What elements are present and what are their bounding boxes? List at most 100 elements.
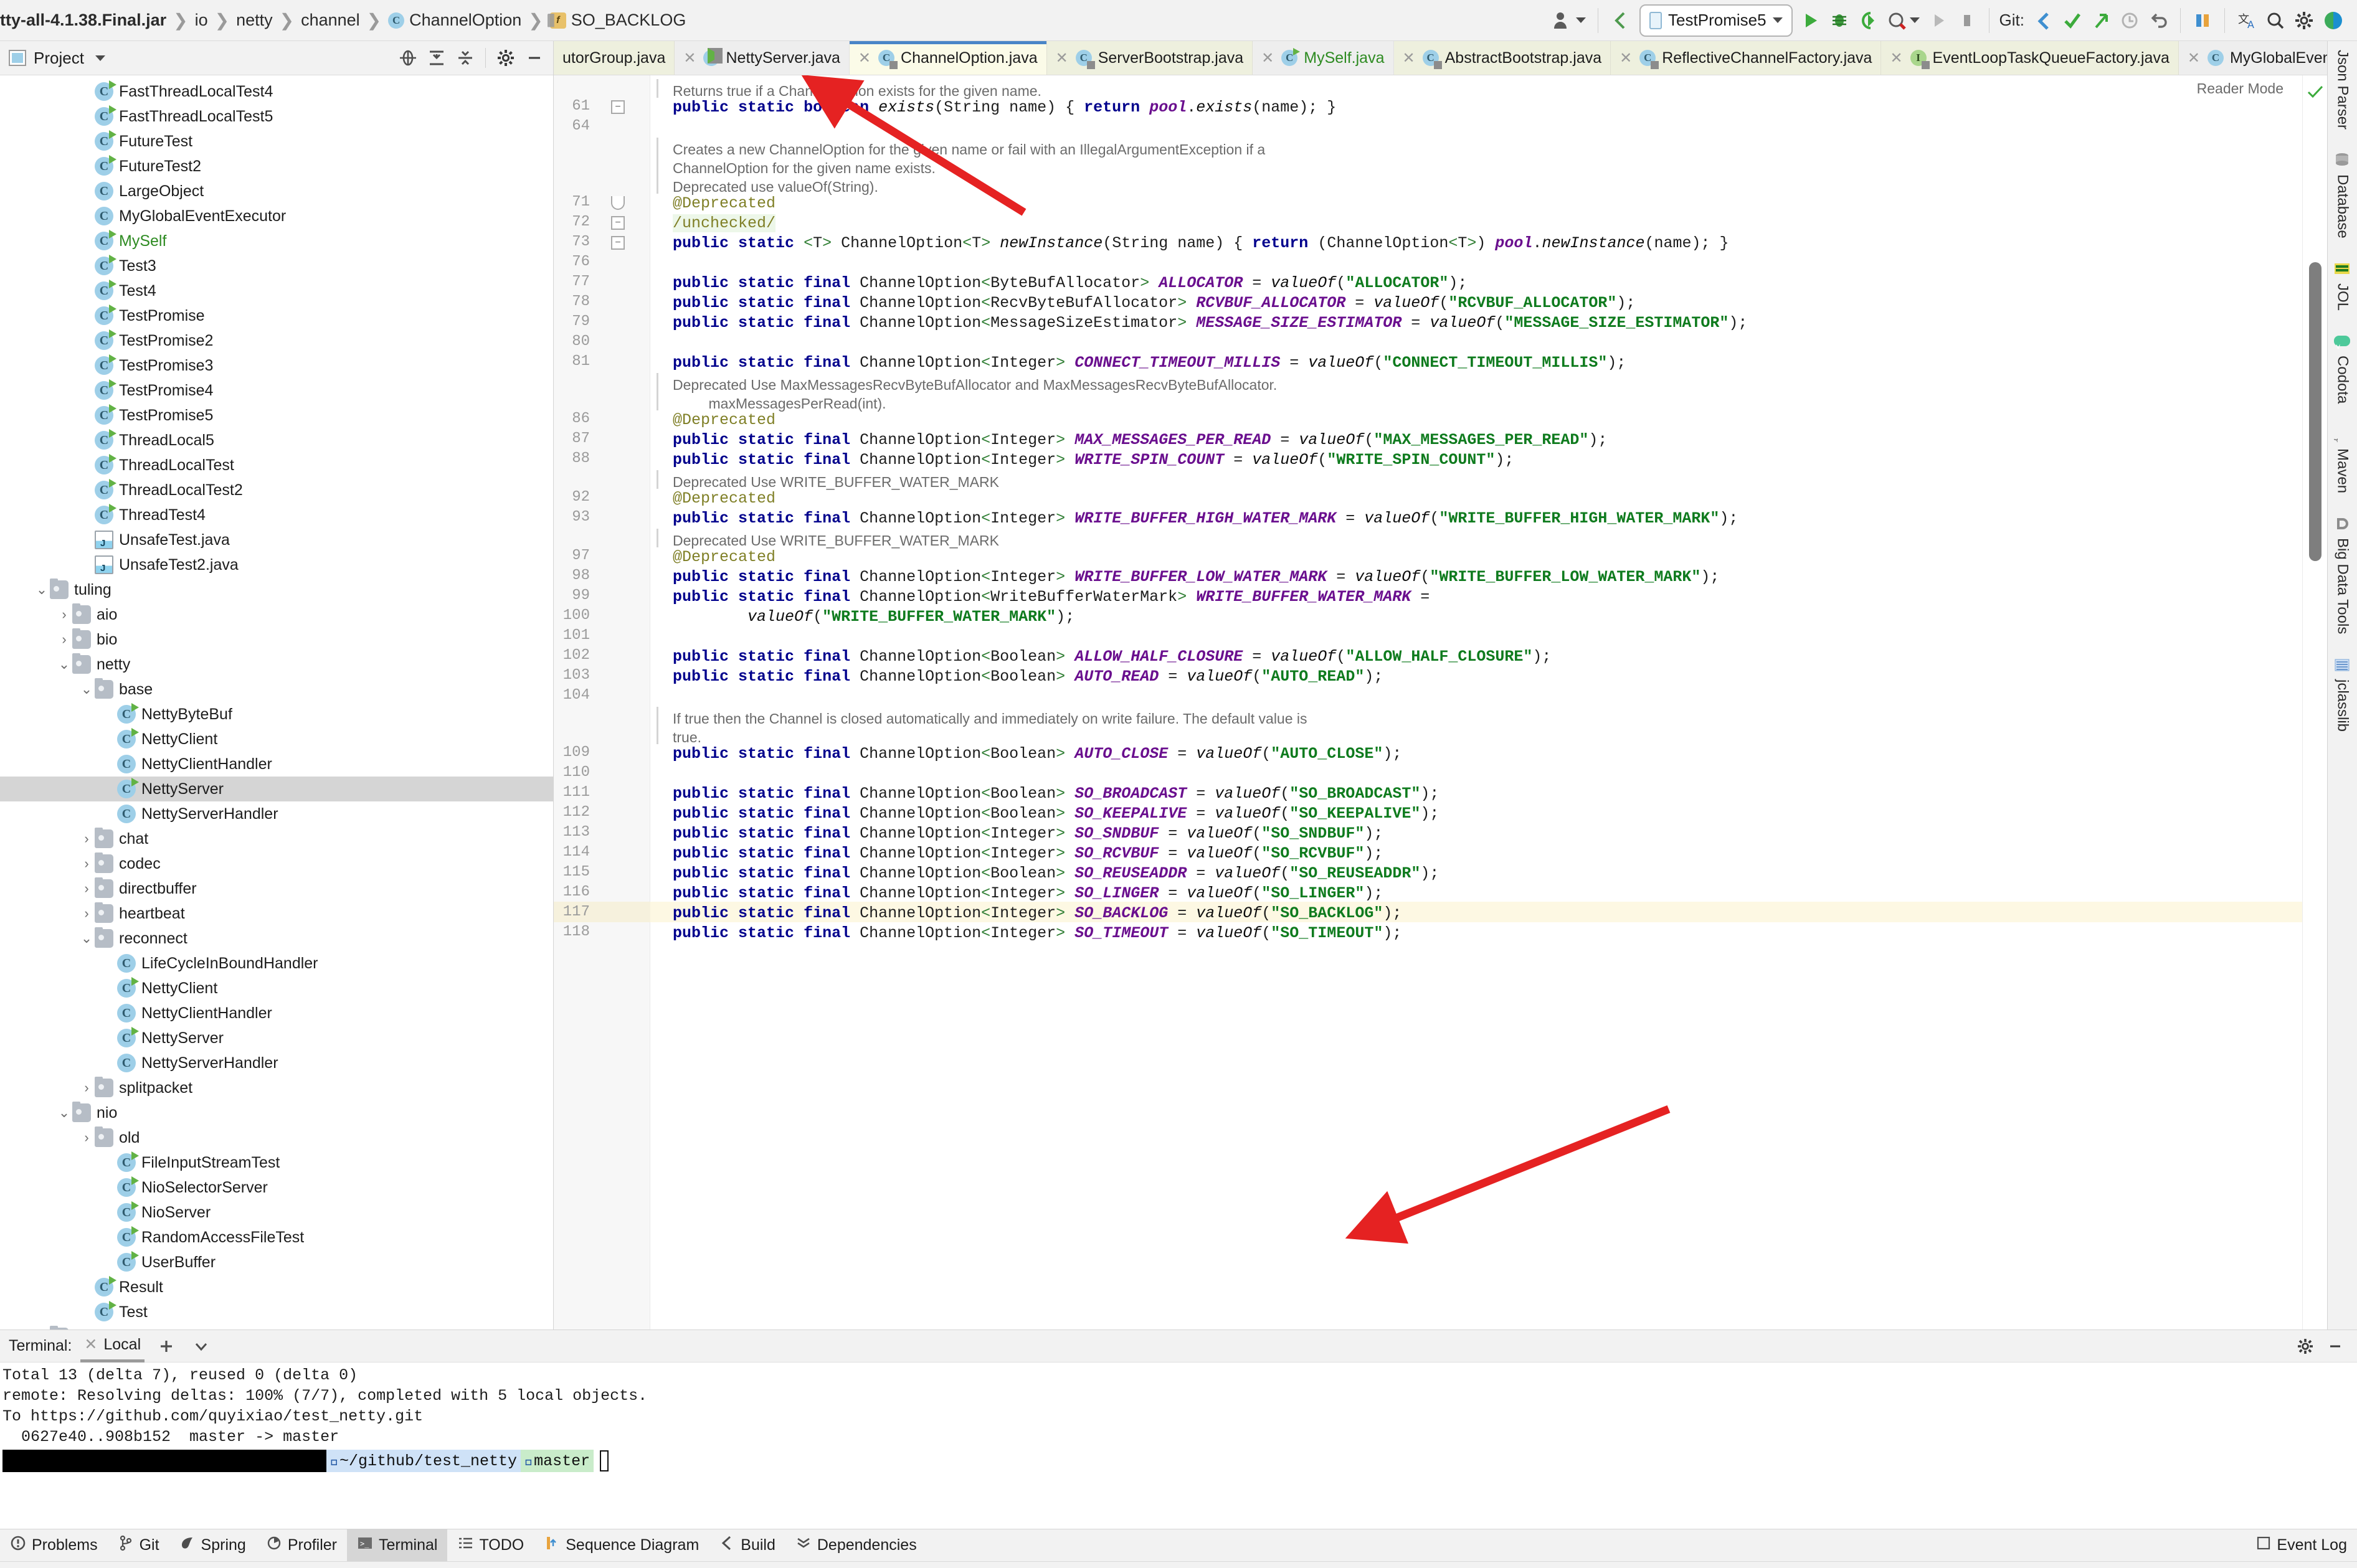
tool-button-todo[interactable]: TODO [447,1529,534,1561]
tree-item[interactable]: › splitpacket [0,1075,553,1100]
tool-window-bar[interactable]: Problems Git Spring Profiler >_ Terminal… [0,1529,2357,1561]
repo-url-link[interactable]: https://github.com/quyixiao/test_netty.g… [31,1407,423,1425]
chevron-right-icon[interactable]: › [56,631,72,648]
tree-item[interactable]: C Test4 [0,278,553,303]
close-icon[interactable]: ✕ [1261,49,1274,67]
chevron-right-icon[interactable]: › [78,831,95,847]
breadcrumb-item-jar[interactable]: tty-all-4.1.38.Final.jar [0,11,166,30]
rollback-icon[interactable] [2144,3,2173,38]
tree-item[interactable]: C NettyClientHandler [0,1001,553,1026]
project-title[interactable]: Project [9,49,105,68]
tree-item[interactable]: C TestPromise5 [0,403,553,428]
gear-icon[interactable] [2292,1334,2318,1359]
close-icon[interactable]: ✕ [683,49,696,67]
breadcrumb-item-channel[interactable]: channel [301,11,360,30]
chevron-down-icon[interactable]: ⌄ [78,930,95,947]
terminal-prompt[interactable]: ~/github/test_netty master [2,1450,2357,1472]
tree-item[interactable]: C TestPromise2 [0,328,553,353]
tree-item[interactable]: C TestPromise4 [0,378,553,403]
tree-item[interactable]: C ThreadLocalTest2 [0,478,553,503]
tree-item[interactable]: › old [0,1125,553,1150]
run-with-coverage-icon[interactable] [1854,3,1882,38]
expand-all-icon[interactable] [423,40,450,75]
tree-item[interactable]: C NettyClient [0,976,553,1001]
tree-item[interactable]: ⌄ tuling [0,577,553,602]
breadcrumb-item-netty[interactable]: netty [236,11,273,30]
tree-item[interactable]: ⌄ base [0,677,553,702]
breadcrumb-item-io[interactable]: io [195,11,208,30]
inspection-ok-icon[interactable] [2307,84,2323,105]
tree-item[interactable]: C LifeCycleInBoundHandler [0,951,553,976]
tree-item[interactable]: C Result [0,1275,553,1300]
hide-icon[interactable] [2322,1334,2348,1359]
tree-item[interactable]: › codec [0,851,553,876]
user-icon[interactable] [1547,3,1590,38]
rerun-icon[interactable] [1924,3,1953,38]
tree-item[interactable]: C NettyClient [0,727,553,752]
chevron-right-icon[interactable]: › [78,1080,95,1096]
back-icon[interactable] [1606,3,1636,38]
close-icon[interactable]: ✕ [858,49,871,67]
editor-tabs[interactable]: utorGroup.java ✕ C NettyServer.java ✕ C Channe… [554,41,2327,75]
plus-icon[interactable] [153,1334,179,1359]
tree-item[interactable]: C ThreadLocal5 [0,428,553,453]
tool-button-git[interactable]: Git [108,1529,169,1561]
stop-icon[interactable] [1953,3,1981,38]
tree-item[interactable]: C UserBuffer [0,1250,553,1275]
tree-item[interactable]: C NettyServer [0,1026,553,1051]
tree-item[interactable]: C NioServer [0,1200,553,1225]
editor-tab[interactable]: ✕ C ChannelOption.java [849,41,1047,75]
line-number-gutter[interactable]: 61 − 64 71 72 − 73 − 76 77 78 79 80 81 86 87 88 92 93 97 98 9… [554,75,650,1329]
tree-item[interactable]: ⌄ nio [0,1100,553,1125]
tree-item[interactable]: C NettyByteBuf [0,702,553,727]
event-log-button[interactable]: Event Log [2246,1529,2357,1561]
close-icon[interactable]: ✕ [1890,49,1902,67]
diff-icon[interactable] [2188,3,2217,38]
help-icon[interactable] [2318,3,2348,38]
tree-item[interactable]: C TestPromise [0,303,553,328]
update-project-icon[interactable] [2029,3,2058,38]
tree-item[interactable]: C MyGlobalEventExecutor [0,204,553,229]
tree-item[interactable]: C FastThreadLocalTest5 [0,104,553,129]
chevron-right-icon[interactable]: › [56,607,72,623]
chevron-right-icon[interactable]: › [78,905,95,922]
tree-item[interactable]: C NioSelectorServer [0,1175,553,1200]
history-icon[interactable] [2115,3,2144,38]
tool-button-dependencies[interactable]: Dependencies [785,1529,927,1561]
code-editor[interactable]: 61 − 64 71 72 − 73 − 76 77 78 79 80 81 86 87 88 92 93 97 98 9… [554,75,2327,1329]
tree-item[interactable]: UnsafeTest.java [0,527,553,552]
chevron-right-icon[interactable]: › [78,856,95,872]
profile-icon[interactable] [1882,3,1924,38]
tree-item[interactable]: ⌄ reconnect [0,926,553,951]
right-strip-item-maven[interactable]: m Maven [2329,426,2351,493]
fold-icon[interactable]: − [611,236,625,250]
chevron-down-icon[interactable]: ⌄ [34,582,50,598]
tool-button-problems[interactable]: Problems [0,1529,108,1561]
tree-item[interactable]: C LargeObject [0,179,553,204]
close-icon[interactable]: ✕ [1056,49,1068,67]
locate-icon[interactable] [394,40,422,75]
close-icon[interactable]: ✕ [1620,49,1632,67]
tree-item[interactable]: › aio [0,602,553,627]
chevron-down-icon[interactable]: ⌄ [56,1105,72,1121]
fold-icon[interactable]: − [611,216,625,230]
tool-button-profiler[interactable]: Profiler [256,1529,347,1561]
right-strip-item-jol[interactable]: JOL [2334,261,2351,311]
right-tool-strip[interactable]: Json Parser Database JOL >_ Codota m Mav… [2327,41,2357,1329]
tree-item[interactable]: C NettyServerHandler [0,1051,553,1075]
editor-tab[interactable]: ✕ C ReflectiveChannelFactory.java [1611,41,1882,75]
tool-button-sequence-diagram[interactable]: Sequence Diagram [534,1529,709,1561]
tree-item[interactable]: C MySelf [0,229,553,253]
tree-item[interactable]: C ThreadTest4 [0,503,553,527]
chevron-down-icon[interactable]: ⌄ [56,656,72,673]
run-icon[interactable] [1796,3,1825,38]
hide-icon[interactable] [521,40,548,75]
tree-item[interactable]: C TestPromise3 [0,353,553,378]
close-icon[interactable]: ✕ [1403,49,1415,67]
push-icon[interactable] [2087,3,2115,38]
fold-icon[interactable]: − [611,100,625,114]
debug-icon[interactable] [1825,3,1854,38]
tool-button-spring[interactable]: Spring [169,1529,256,1561]
collapse-all-icon[interactable] [452,40,479,75]
tree-item[interactable]: C FutureTest2 [0,154,553,179]
